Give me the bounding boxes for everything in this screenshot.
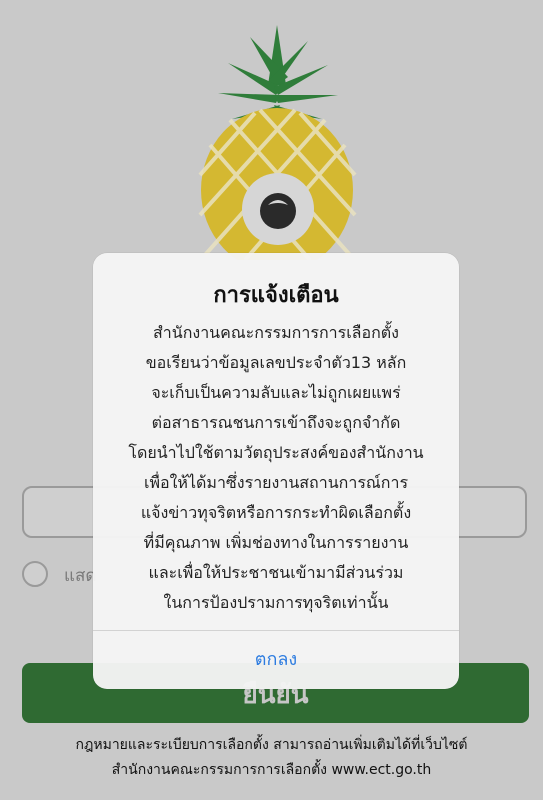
alert-message: สำนักงานคณะกรรมการการเลือกตั้ง ขอเรียนว่… [93, 318, 459, 618]
alert-line: ที่มีคุณภาพ เพิ่มช่องทางในการรายงาน [143, 533, 409, 552]
alert-title: การแจ้งเตือน [213, 283, 339, 308]
alert-line: จะเก็บเป็นความลับและไม่ถูกเผยแพร่ [151, 383, 401, 402]
alert-dialog: การแจ้งเตือน สำนักงานคณะกรรมการการเลือกต… [93, 253, 459, 689]
alert-line: ขอเรียนว่าข้อมูลเลขประจำตัว13 หลัก [145, 353, 407, 372]
alert-line: และเพื่อให้ประชาชนเข้ามามีส่วนร่วม [148, 563, 404, 582]
alert-line: โดยนำไปใช้ตามวัตถุประสงค์ของสำนักงาน [128, 443, 424, 462]
alert-line: ต่อสาธารณชนการเข้าถึงจะถูกจำกัด [151, 413, 401, 432]
alert-line: แจ้งข่าวทุจริตหรือการกระทำผิดเลือกตั้ง [140, 503, 412, 522]
alert-line: สำนักงานคณะกรรมการการเลือกตั้ง [153, 323, 399, 342]
alert-line: เพื่อให้ได้มาซึ่งรายงานสถานการณ์การ [143, 473, 409, 492]
alert-ok-button[interactable]: ตกลง [93, 631, 459, 689]
alert-line: ในการป้องปรามการทุจริตเท่านั้น [163, 593, 389, 612]
